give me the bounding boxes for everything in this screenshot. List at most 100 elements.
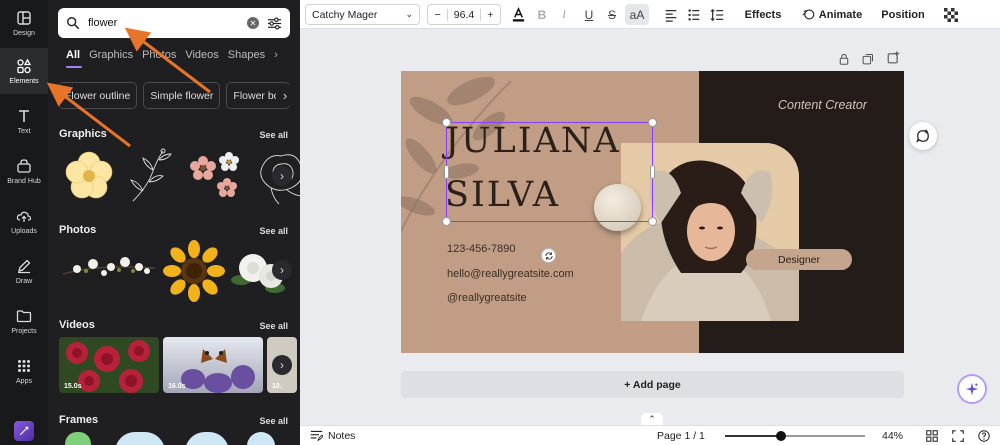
show-pages-toggle[interactable]: ⌃: [641, 413, 663, 425]
help-button[interactable]: [978, 430, 990, 445]
underline-button[interactable]: U: [580, 4, 598, 25]
resize-handle[interactable]: [648, 217, 657, 226]
active-tab-indicator: [66, 66, 82, 68]
frame-cloud-2[interactable]: [185, 432, 229, 445]
graphic-line-flower[interactable]: [123, 146, 183, 206]
photo-sunflower[interactable]: [163, 240, 225, 302]
animate-label: Animate: [818, 8, 863, 21]
notes-button[interactable]: Notes: [310, 429, 355, 442]
duplicate-page-icon[interactable]: [862, 52, 874, 65]
rotate-handle-icon[interactable]: [541, 248, 556, 263]
selection-box[interactable]: [442, 118, 657, 226]
videos-see-all[interactable]: See all: [259, 321, 288, 331]
resize-handle[interactable]: [648, 118, 657, 127]
increase-size-button[interactable]: +: [481, 9, 500, 21]
rail-uploads[interactable]: Uploads: [0, 198, 48, 244]
photos-next-icon[interactable]: ›: [272, 260, 292, 280]
videos-title: Videos: [59, 319, 95, 331]
add-page-button[interactable]: + Add page: [401, 371, 904, 398]
font-size-value[interactable]: 96.4: [447, 8, 481, 21]
content-creator-text[interactable]: Content Creator: [778, 98, 867, 112]
chip-simple-flower[interactable]: Simple flower: [143, 82, 221, 109]
rail-elements[interactable]: Elements: [0, 48, 48, 94]
strikethrough-button[interactable]: S: [603, 4, 621, 25]
frames-title: Frames: [59, 414, 99, 426]
photo-white-blossom-branch[interactable]: [59, 240, 159, 300]
italic-button[interactable]: I: [556, 4, 572, 25]
side-handle[interactable]: [650, 165, 655, 179]
clear-search-icon[interactable]: ✕: [247, 17, 259, 29]
resize-handle[interactable]: [442, 118, 451, 127]
video-butterfly-lavender[interactable]: 16.0s: [163, 337, 263, 393]
magic-app-icon[interactable]: [14, 421, 34, 441]
chip-flower-outline[interactable]: Flower outline: [58, 82, 138, 109]
transparency-button[interactable]: [943, 4, 959, 25]
text-toolbar: Catchy Mager ⌄ − 96.4 + B I U S aA Effec…: [300, 0, 1000, 29]
frame-leaf[interactable]: [65, 432, 91, 445]
bold-button[interactable]: B: [533, 4, 551, 25]
grid-view-button[interactable]: [926, 430, 938, 445]
rail-projects[interactable]: Projects: [0, 298, 48, 344]
resize-handle[interactable]: [442, 217, 451, 226]
frames-row: [59, 432, 275, 445]
rail-label: Uploads: [11, 227, 37, 235]
text-color-button[interactable]: [509, 4, 527, 25]
side-handle[interactable]: [444, 165, 449, 179]
phone-text[interactable]: 123-456-7890: [447, 243, 516, 255]
font-family-select[interactable]: Catchy Mager ⌄: [305, 4, 420, 25]
search-icon: [67, 17, 80, 30]
page-indicator[interactable]: Page 1 / 1: [657, 430, 705, 442]
tab-videos[interactable]: Videos: [185, 49, 218, 61]
email-text[interactable]: hello@reallygreatsite.com: [447, 268, 574, 280]
animate-button[interactable]: Animate: [800, 4, 864, 25]
graphic-yellow-flower[interactable]: [59, 146, 119, 206]
filter-icon[interactable]: [267, 16, 282, 31]
rail-design[interactable]: Design: [0, 0, 48, 46]
videos-next-icon[interactable]: ›: [272, 355, 292, 375]
search-box[interactable]: ✕: [58, 8, 290, 38]
transparency-icon: [944, 7, 958, 22]
position-button[interactable]: Position: [878, 4, 928, 25]
photos-row: [59, 240, 289, 302]
graphic-pink-flowers[interactable]: [187, 146, 247, 206]
chips-next-icon[interactable]: ›: [276, 85, 294, 106]
decrease-size-button[interactable]: −: [428, 9, 447, 21]
zoom-value[interactable]: 44%: [882, 430, 903, 442]
tab-photos[interactable]: Photos: [142, 49, 176, 61]
magic-assistant-button[interactable]: [957, 374, 987, 404]
designer-pill[interactable]: Designer: [746, 249, 852, 270]
lock-page-icon[interactable]: [838, 52, 850, 65]
graphics-see-all[interactable]: See all: [259, 130, 288, 140]
rail-apps[interactable]: Apps: [0, 348, 48, 394]
notes-icon: [310, 430, 323, 442]
tabs-next-icon[interactable]: ›: [274, 49, 278, 61]
zoom-slider-handle[interactable]: [776, 431, 787, 441]
align-left-icon: [665, 9, 677, 22]
rail-draw[interactable]: Draw: [0, 248, 48, 294]
photos-see-all[interactable]: See all: [259, 226, 288, 236]
frame-cloud[interactable]: [115, 432, 165, 445]
tab-shapes[interactable]: Shapes: [228, 49, 265, 61]
video-red-roses[interactable]: 15.0s: [59, 337, 159, 393]
frame-round[interactable]: [247, 432, 275, 445]
align-button[interactable]: [662, 4, 680, 25]
rail-brand-hub[interactable]: Brand Hub: [0, 148, 48, 194]
add-page-icon[interactable]: [887, 51, 900, 64]
rail-text[interactable]: Text: [0, 98, 48, 144]
tab-all[interactable]: All: [66, 49, 80, 61]
tab-graphics[interactable]: Graphics: [89, 49, 133, 61]
letter-case-button[interactable]: aA: [625, 4, 649, 25]
fullscreen-button[interactable]: [952, 430, 964, 445]
frames-see-all[interactable]: See all: [259, 416, 288, 426]
comment-button[interactable]: [909, 122, 937, 150]
category-tabs: All Graphics Photos Videos Shapes ›: [66, 49, 278, 61]
video-duration: 15.0s: [64, 383, 82, 390]
spacing-button[interactable]: [708, 4, 726, 25]
handle-text[interactable]: @reallygreatsite: [447, 292, 527, 304]
effects-button[interactable]: Effects: [740, 4, 786, 25]
search-input[interactable]: [88, 17, 239, 29]
zoom-slider[interactable]: [725, 431, 865, 441]
graphics-next-icon[interactable]: ›: [272, 166, 292, 186]
list-button[interactable]: [685, 4, 703, 25]
rail-label: Elements: [9, 77, 39, 85]
